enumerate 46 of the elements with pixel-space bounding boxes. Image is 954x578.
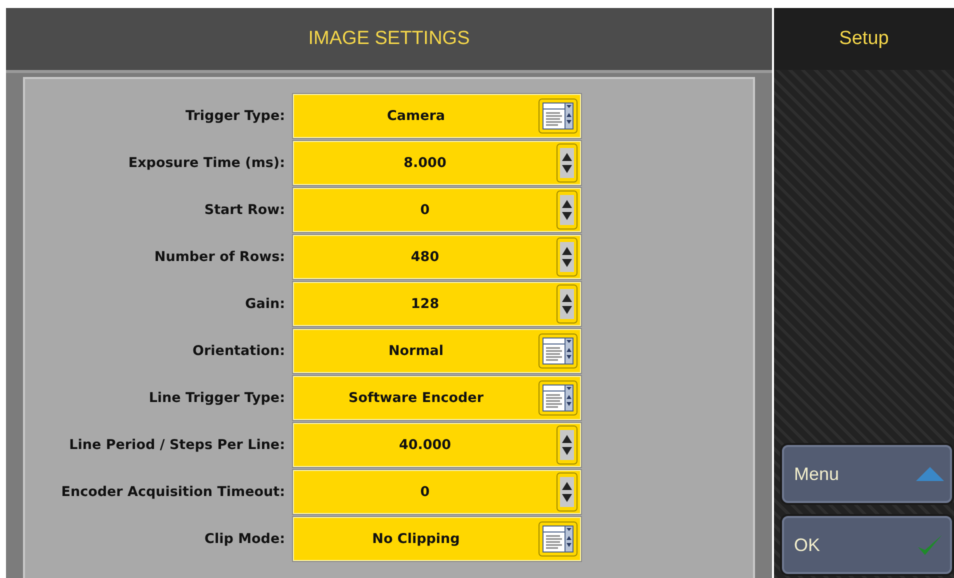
checkmark-icon (916, 533, 944, 557)
ok-button[interactable]: OK (782, 516, 952, 574)
setting-field[interactable]: 8.000 (293, 140, 581, 184)
setting-label: Trigger Type: (184, 108, 286, 124)
setting-value: 0 (419, 484, 431, 500)
setting-field[interactable]: No Clipping (293, 516, 581, 560)
setting-value: Software Encoder (347, 390, 484, 406)
setting-field[interactable]: Software Encoder (293, 376, 581, 420)
setting-field[interactable]: 0 (293, 188, 581, 232)
list-picker-icon[interactable] (538, 332, 578, 368)
setting-value: Normal (387, 342, 445, 358)
list-picker-icon[interactable] (538, 380, 578, 416)
panel-title: Setup (839, 28, 889, 50)
spin-arrows-icon[interactable] (556, 142, 578, 182)
setting-value: Camera (386, 108, 446, 124)
setting-field[interactable]: 128 (293, 282, 581, 326)
spin-arrows-icon[interactable] (556, 472, 578, 512)
menu-button[interactable]: Menu (782, 445, 952, 503)
setting-value: 40.000 (398, 436, 452, 452)
setting-label: Orientation: (192, 342, 286, 358)
setting-field[interactable]: Camera (293, 94, 581, 138)
spin-arrows-icon[interactable] (556, 424, 578, 464)
setting-value: 0 (419, 202, 431, 218)
setting-label: Start Row: (203, 202, 286, 218)
setting-field[interactable]: 0 (293, 470, 581, 514)
setting-label: Line Period / Steps Per Line: (68, 436, 286, 452)
setting-label: Number of Rows: (153, 248, 286, 264)
setting-value: 128 (410, 296, 440, 312)
spin-arrows-icon[interactable] (556, 190, 578, 230)
spin-arrows-icon[interactable] (556, 236, 578, 276)
list-picker-icon[interactable] (538, 520, 578, 556)
list-picker-icon[interactable] (538, 98, 578, 134)
setting-label: Line Trigger Type: (148, 390, 286, 406)
triangle-up-icon (916, 467, 944, 481)
setting-label: Exposure Time (ms): (127, 154, 286, 170)
spin-arrows-icon[interactable] (556, 284, 578, 324)
setting-label: Encoder Acquisition Timeout: (60, 484, 286, 500)
setting-value: No Clipping (371, 530, 461, 546)
setting-value: 8.000 (402, 154, 448, 170)
setting-field[interactable]: Normal (293, 328, 581, 372)
setting-label: Clip Mode: (204, 530, 286, 546)
setting-field[interactable]: 40.000 (293, 422, 581, 466)
setting-label: Gain: (244, 296, 286, 312)
page-title: IMAGE SETTINGS (308, 28, 470, 50)
setting-field[interactable]: 480 (293, 234, 581, 278)
setting-value: 480 (410, 248, 440, 264)
